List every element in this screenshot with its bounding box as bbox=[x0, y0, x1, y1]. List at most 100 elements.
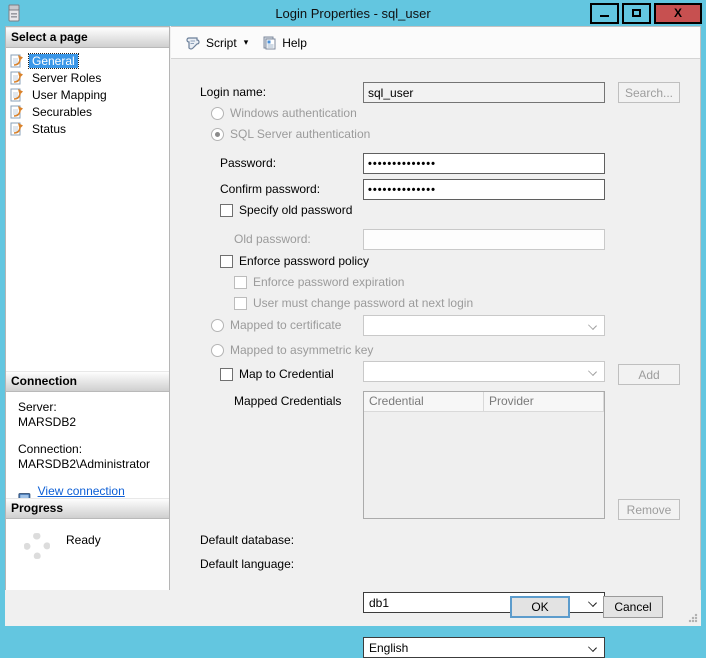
add-button: Add bbox=[618, 364, 680, 385]
server-label: Server: bbox=[18, 400, 169, 415]
user-must-change-option: User must change password at next login bbox=[234, 296, 473, 310]
connection-label: Connection: bbox=[18, 442, 169, 457]
enforce-password-expiration-checkbox bbox=[234, 276, 247, 289]
user-must-change-checkbox bbox=[234, 297, 247, 310]
user-must-change-label: User must change password at next login bbox=[253, 296, 473, 310]
window-server-icon bbox=[8, 4, 20, 22]
sql-authentication-radio[interactable] bbox=[211, 128, 224, 141]
enforce-password-expiration-option: Enforce password expiration bbox=[234, 275, 404, 289]
sidebar-item-label: General bbox=[29, 54, 78, 68]
map-to-credential-checkbox[interactable] bbox=[220, 368, 233, 381]
grid-column-provider[interactable]: Provider bbox=[484, 392, 604, 412]
minimize-button[interactable] bbox=[590, 3, 619, 24]
page-icon bbox=[10, 105, 25, 119]
general-page-content: Login name: Search... Windows authentica… bbox=[171, 59, 700, 590]
sidebar-item-label: Server Roles bbox=[29, 71, 104, 85]
old-password-label: Old password: bbox=[234, 232, 311, 246]
connection-header: Connection bbox=[6, 371, 169, 392]
script-icon bbox=[185, 36, 201, 50]
toolbar: Script ▾ Help bbox=[171, 27, 700, 59]
chevron-down-icon bbox=[588, 367, 597, 376]
grid-column-credential[interactable]: Credential bbox=[364, 392, 484, 412]
dialog-body: Select a page General Server Roles User … bbox=[5, 26, 701, 626]
sidebar-item-securables[interactable]: Securables bbox=[10, 103, 169, 120]
sidebar-item-general[interactable]: General bbox=[10, 52, 169, 69]
enforce-password-expiration-label: Enforce password expiration bbox=[253, 275, 404, 289]
mapped-credentials-grid[interactable]: Credential Provider bbox=[363, 391, 605, 519]
page-icon bbox=[10, 54, 25, 68]
minimize-icon bbox=[600, 15, 609, 17]
confirm-password-label: Confirm password: bbox=[220, 182, 320, 196]
confirm-password-input[interactable] bbox=[363, 179, 605, 200]
specify-old-password-checkbox[interactable] bbox=[220, 204, 233, 217]
windows-authentication-radio[interactable] bbox=[211, 107, 224, 120]
password-label: Password: bbox=[220, 156, 276, 170]
script-button[interactable]: Script ▾ bbox=[179, 33, 254, 53]
mapped-credentials-label: Mapped Credentials bbox=[234, 394, 341, 408]
map-to-credential-label: Map to Credential bbox=[239, 367, 334, 381]
login-name-input[interactable] bbox=[363, 82, 605, 103]
remove-button: Remove bbox=[618, 499, 680, 520]
progress-status: Ready bbox=[66, 533, 101, 547]
maximize-icon bbox=[632, 9, 641, 17]
search-button[interactable]: Search... bbox=[618, 82, 680, 103]
main-panel: Script ▾ Help Login name: Search... Wind… bbox=[171, 26, 701, 590]
page-icon bbox=[10, 88, 25, 102]
sidebar: Select a page General Server Roles User … bbox=[5, 26, 170, 590]
certificate-combobox bbox=[363, 315, 605, 336]
server-value: MARSDB2 bbox=[18, 415, 169, 430]
help-button[interactable]: Help bbox=[256, 33, 313, 53]
ok-button[interactable]: OK bbox=[510, 596, 570, 618]
sidebar-item-label: User Mapping bbox=[29, 88, 110, 102]
titlebar: Login Properties - sql_user X bbox=[0, 0, 706, 26]
mapped-to-certificate-radio bbox=[211, 319, 224, 332]
mapped-to-asymmetric-key-label: Mapped to asymmetric key bbox=[230, 343, 373, 357]
help-label: Help bbox=[282, 36, 307, 50]
resize-grip[interactable] bbox=[688, 613, 698, 623]
specify-old-password-label: Specify old password bbox=[239, 203, 352, 217]
close-button[interactable]: X bbox=[654, 3, 702, 24]
chevron-down-icon bbox=[588, 321, 597, 330]
password-input[interactable] bbox=[363, 153, 605, 174]
help-icon bbox=[262, 36, 277, 50]
default-language-label: Default language: bbox=[200, 557, 294, 571]
sidebar-item-label: Status bbox=[29, 122, 69, 136]
default-language-combobox[interactable]: English bbox=[363, 637, 605, 658]
default-language-value: English bbox=[369, 641, 408, 655]
mapped-to-asymmetric-key-option: Mapped to asymmetric key bbox=[211, 343, 373, 357]
page-icon bbox=[10, 71, 25, 85]
dialog-footer: OK Cancel bbox=[5, 590, 701, 626]
chevron-down-icon bbox=[588, 643, 597, 652]
script-dropdown-icon: ▾ bbox=[244, 37, 249, 48]
login-properties-window: { "window": { "title": "Login Properties… bbox=[0, 0, 706, 632]
progress-spinner-icon bbox=[24, 533, 50, 559]
specify-old-password-option[interactable]: Specify old password bbox=[220, 203, 352, 217]
enforce-password-policy-label: Enforce password policy bbox=[239, 254, 369, 268]
maximize-button[interactable] bbox=[622, 3, 651, 24]
sidebar-item-status[interactable]: Status bbox=[10, 120, 169, 137]
sql-authentication-option[interactable]: SQL Server authentication bbox=[211, 127, 370, 141]
connection-section: Connection Server: MARSDB2 Connection: M… bbox=[6, 371, 169, 514]
grid-header-row: Credential Provider bbox=[364, 392, 604, 412]
page-icon bbox=[10, 122, 25, 136]
mapped-to-certificate-option: Mapped to certificate bbox=[211, 318, 341, 332]
connection-value: MARSDB2\Administrator bbox=[18, 457, 169, 472]
windows-authentication-option[interactable]: Windows authentication bbox=[211, 106, 357, 120]
mapped-to-certificate-label: Mapped to certificate bbox=[230, 318, 341, 332]
select-a-page-header: Select a page bbox=[6, 27, 169, 48]
window-controls: X bbox=[587, 3, 702, 24]
progress-header: Progress bbox=[6, 498, 169, 519]
login-name-label: Login name: bbox=[200, 85, 266, 99]
sidebar-item-server-roles[interactable]: Server Roles bbox=[10, 69, 169, 86]
default-database-label: Default database: bbox=[200, 533, 294, 547]
enforce-password-policy-option[interactable]: Enforce password policy bbox=[220, 254, 369, 268]
sidebar-item-user-mapping[interactable]: User Mapping bbox=[10, 86, 169, 103]
script-label: Script bbox=[206, 36, 237, 50]
progress-section: Progress Ready bbox=[6, 498, 169, 590]
map-to-credential-option[interactable]: Map to Credential bbox=[220, 367, 334, 381]
windows-authentication-label: Windows authentication bbox=[230, 106, 357, 120]
enforce-password-policy-checkbox[interactable] bbox=[220, 255, 233, 268]
old-password-input bbox=[363, 229, 605, 250]
asymmetric-key-combobox bbox=[363, 361, 605, 382]
cancel-button[interactable]: Cancel bbox=[603, 596, 663, 618]
